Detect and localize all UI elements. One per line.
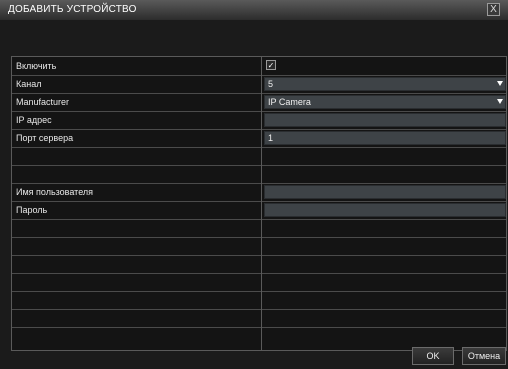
port-cell: 1 xyxy=(263,129,506,147)
close-button[interactable]: X xyxy=(487,3,500,16)
cancel-button[interactable]: Отмена xyxy=(462,347,506,365)
window-title: ДОБАВИТЬ УСТРОЙСТВО xyxy=(8,4,137,15)
settings-grid: Включить ✓ Канал 5 Manufacturer IP Camer… xyxy=(11,56,507,351)
empty-row xyxy=(12,165,506,184)
empty-label-cell xyxy=(12,165,262,183)
channel-select[interactable]: 5 xyxy=(264,77,506,91)
username-input[interactable] xyxy=(264,185,506,199)
manufacturer-cell: IP Camera xyxy=(263,93,506,111)
empty-row xyxy=(12,147,506,166)
empty-row xyxy=(12,273,506,292)
manufacturer-select[interactable]: IP Camera xyxy=(264,95,506,109)
empty-label-cell xyxy=(12,255,262,273)
port-label: Порт сервера xyxy=(12,129,262,147)
row-username: Имя пользователя xyxy=(12,183,506,202)
channel-value: 5 xyxy=(268,79,274,89)
empty-row xyxy=(12,237,506,256)
ok-button[interactable]: OK xyxy=(412,347,454,365)
chevron-down-icon xyxy=(497,81,503,86)
channel-cell: 5 xyxy=(263,75,506,93)
title-bar: ДОБАВИТЬ УСТРОЙСТВО X xyxy=(0,0,508,21)
empty-label-cell xyxy=(12,273,262,291)
empty-label-cell xyxy=(12,291,262,309)
ip-cell xyxy=(263,111,506,129)
row-port: Порт сервера 1 xyxy=(12,129,506,148)
password-label: Пароль xyxy=(12,201,262,219)
empty-row xyxy=(12,219,506,238)
row-manufacturer: Manufacturer IP Camera xyxy=(12,93,506,112)
empty-row xyxy=(12,309,506,328)
manufacturer-label: Manufacturer xyxy=(12,93,262,111)
empty-label-cell xyxy=(12,309,262,327)
empty-label-cell xyxy=(12,327,262,350)
password-cell xyxy=(263,201,506,219)
chevron-down-icon xyxy=(497,99,503,104)
empty-row xyxy=(12,255,506,274)
row-enable: Включить ✓ xyxy=(12,57,506,76)
empty-row xyxy=(12,291,506,310)
password-input[interactable] xyxy=(264,203,506,217)
empty-label-cell xyxy=(12,237,262,255)
channel-label: Канал xyxy=(12,75,262,93)
empty-label-cell xyxy=(12,219,262,237)
enable-label: Включить xyxy=(12,57,262,75)
manufacturer-value: IP Camera xyxy=(268,97,311,107)
empty-label-cell xyxy=(12,147,262,165)
ip-label: IP адрес xyxy=(12,111,262,129)
enable-checkbox[interactable]: ✓ xyxy=(266,60,276,70)
row-channel: Канал 5 xyxy=(12,75,506,94)
row-ip: IP адрес xyxy=(12,111,506,130)
enable-cell: ✓ xyxy=(263,57,506,75)
row-password: Пароль xyxy=(12,201,506,220)
username-cell xyxy=(263,183,506,201)
username-label: Имя пользователя xyxy=(12,183,262,201)
dialog-body: Включить ✓ Канал 5 Manufacturer IP Camer… xyxy=(0,20,508,369)
ip-input[interactable] xyxy=(264,113,506,127)
port-input[interactable]: 1 xyxy=(264,131,506,145)
